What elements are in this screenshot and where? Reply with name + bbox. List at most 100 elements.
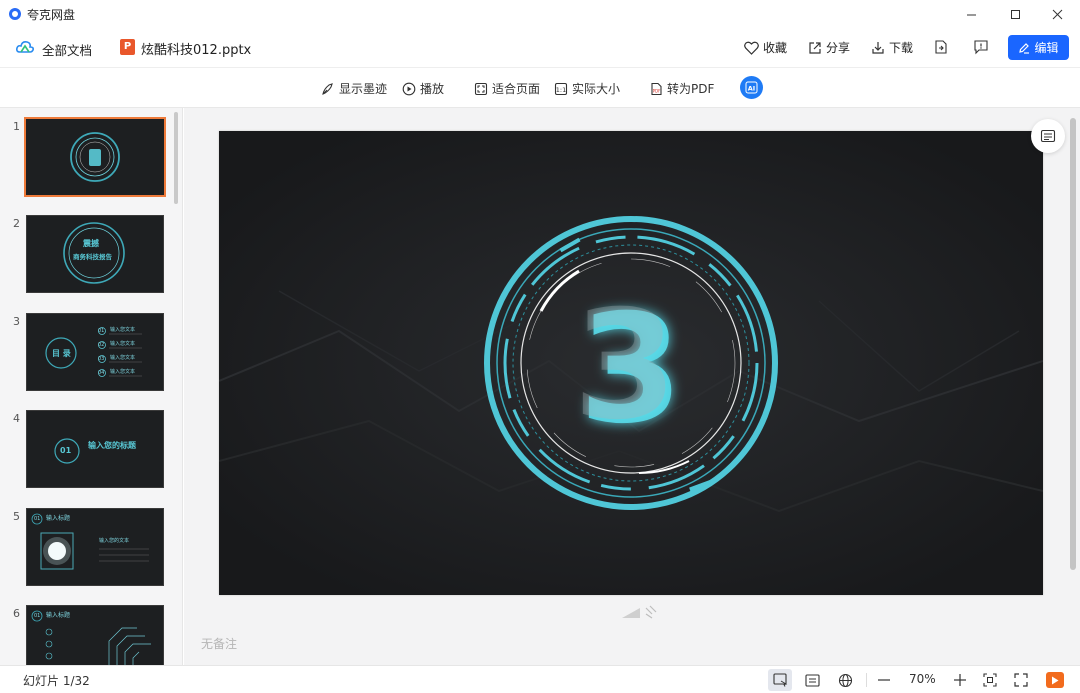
reading-view-button[interactable] xyxy=(803,671,821,689)
slide-thumbnail-2[interactable]: 震撼 商务科技报告 xyxy=(26,215,164,293)
file-name: 炫酷科技012.pptx xyxy=(141,43,252,58)
favorite-button[interactable]: 收藏 xyxy=(744,39,787,56)
title-bar: 夸克网盘 xyxy=(0,0,1080,28)
fit-page-button[interactable]: 适合页面 xyxy=(474,80,540,97)
actual-size-label: 实际大小 xyxy=(572,82,621,96)
maximize-button[interactable] xyxy=(992,0,1038,28)
maximize-icon xyxy=(1010,9,1020,19)
close-button[interactable] xyxy=(1034,0,1080,28)
svg-text:PDF: PDF xyxy=(653,88,661,93)
fullscreen-icon xyxy=(1014,673,1028,687)
quark-logo-icon xyxy=(9,8,21,20)
app-name: 夸克网盘 xyxy=(27,7,76,22)
thumbnail-badge: 01 xyxy=(34,613,41,619)
slide-thumbnail-4[interactable]: 01 输入您的标题 xyxy=(26,410,164,488)
document-header: 全部文档 P 炫酷科技012.pptx 收藏 分享 下载 编辑 xyxy=(0,28,1080,68)
play-circle-icon xyxy=(402,82,416,95)
share-label: 分享 xyxy=(826,41,851,55)
actual-size-button[interactable]: 1:1 实际大小 xyxy=(554,80,620,97)
ai-assistant-button[interactable]: AI xyxy=(740,76,763,99)
thumbnail-title: 目 录 xyxy=(52,349,71,358)
thumbnail-item-num: 02 xyxy=(98,342,105,348)
fit-window-button[interactable] xyxy=(981,671,999,689)
zoom-out-button[interactable] xyxy=(875,671,893,689)
thumbnail-badge: 01 xyxy=(60,446,72,455)
thumbnail-number: 6 xyxy=(13,607,20,620)
status-divider xyxy=(866,673,867,687)
slide-thumbnail-3[interactable]: 目 录 01 02 03 04 输入您文本 输入您文本 输入您文本 输入您文本 xyxy=(26,313,164,391)
share-icon xyxy=(809,41,821,54)
pptx-file-icon: P xyxy=(120,39,135,55)
fullscreen-button[interactable] xyxy=(1012,671,1030,689)
thumbnail-item-text: 输入您文本 xyxy=(110,369,136,375)
slide-thumbnail-panel[interactable]: 1 2 震撼 商务科技报告 3 目 录 01 02 03 04 输入您文本 输入… xyxy=(0,108,183,665)
pencil-icon xyxy=(1019,42,1030,54)
edit-button[interactable]: 编辑 xyxy=(1008,35,1069,60)
viewer-toolbar: 显示墨迹 播放 适合页面 1:1 实际大小 PDF 转为PDF xyxy=(0,68,1080,108)
thumbnail-title: 震撼 xyxy=(83,239,99,248)
download-label: 下载 xyxy=(889,41,914,55)
show-ink-label: 显示墨迹 xyxy=(339,82,388,96)
pdf-icon: PDF xyxy=(651,82,662,95)
favorite-label: 收藏 xyxy=(763,41,788,55)
status-bar: 幻灯片 1/32 70% xyxy=(0,665,1080,693)
notes-resize-handle[interactable] xyxy=(622,604,662,620)
slide-number-shadow: 3 xyxy=(573,279,677,453)
zoom-in-button[interactable] xyxy=(951,671,969,689)
convert-pdf-label: 转为PDF xyxy=(667,82,715,96)
minimize-icon xyxy=(966,14,976,15)
svg-text:1:1: 1:1 xyxy=(556,86,566,94)
all-documents-link[interactable]: 全部文档 xyxy=(42,40,92,59)
convert-pdf-button[interactable]: PDF 转为PDF xyxy=(649,80,714,97)
slide-thumbnail-6[interactable]: 01 输入标题 xyxy=(26,605,164,665)
fit-window-icon xyxy=(983,673,997,687)
notes-panel-button[interactable] xyxy=(1031,119,1065,153)
slide-thumbnail-1[interactable] xyxy=(24,117,166,197)
thumbnail-number: 3 xyxy=(13,315,20,328)
globe-icon xyxy=(838,673,852,687)
thumbnail-item-num: 04 xyxy=(98,370,105,376)
slideshow-play-button[interactable] xyxy=(1046,672,1064,688)
thumbnail-text: 输入您的文本 xyxy=(99,538,130,544)
download-icon xyxy=(872,41,884,54)
ink-pen-icon xyxy=(322,82,333,95)
normal-view-icon xyxy=(772,673,787,687)
download-button[interactable]: 下载 xyxy=(871,39,913,56)
current-slide[interactable]: 3 3 xyxy=(219,131,1043,595)
main-scrollbar[interactable] xyxy=(1070,118,1076,570)
slide-thumbnail-5[interactable]: 01 输入标题 输入您的文本 xyxy=(26,508,164,586)
normal-view-button[interactable] xyxy=(768,669,792,691)
thumbnail-preview xyxy=(70,132,120,182)
thumbnail-scrollbar[interactable] xyxy=(174,112,178,204)
minus-icon xyxy=(878,679,890,681)
thumbnail-title: 输入标题 xyxy=(46,612,71,619)
thumbnail-item-text: 输入您文本 xyxy=(110,355,136,361)
minimize-button[interactable] xyxy=(948,0,994,28)
slide-notes-icon xyxy=(1040,129,1056,143)
ai-icon: AI xyxy=(745,81,758,94)
thumbnail-title: 输入标题 xyxy=(46,515,71,522)
feedback-icon[interactable] xyxy=(973,39,989,55)
import-icon[interactable] xyxy=(933,39,949,55)
share-button[interactable]: 分享 xyxy=(808,39,850,56)
play-button[interactable]: 播放 xyxy=(402,80,444,97)
thumbnail-badge: 01 xyxy=(34,516,41,522)
thumbnail-subtitle: 商务科技报告 xyxy=(73,253,112,261)
play-label: 播放 xyxy=(420,82,445,96)
thumbnail-title: 输入您的标题 xyxy=(88,441,136,450)
thumbnail-item-num: 03 xyxy=(98,356,105,362)
thumbnail-number: 1 xyxy=(13,120,20,133)
fit-page-label: 适合页面 xyxy=(492,82,541,96)
edit-label: 编辑 xyxy=(1034,41,1059,55)
web-view-button[interactable] xyxy=(836,671,854,689)
show-ink-button[interactable]: 显示墨迹 xyxy=(321,80,387,97)
thumbnail-item-text: 输入您文本 xyxy=(110,327,136,333)
cloud-icon xyxy=(16,41,34,53)
notes-placeholder[interactable]: 无备注 xyxy=(201,635,237,652)
slide-count: 幻灯片 1/32 xyxy=(23,674,90,688)
thumbnail-item-num: 01 xyxy=(98,328,105,334)
fit-page-icon xyxy=(474,82,488,95)
heart-icon xyxy=(744,41,759,55)
plus-icon xyxy=(954,674,966,686)
thumbnail-number: 4 xyxy=(13,412,20,425)
